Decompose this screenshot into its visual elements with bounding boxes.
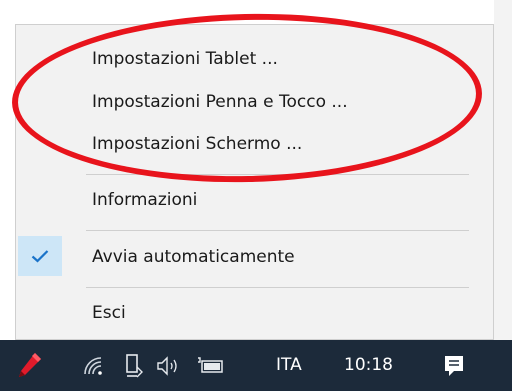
checkmark-icon	[31, 250, 49, 263]
clock[interactable]: 10:18	[344, 340, 393, 391]
autostart-check-cell[interactable]	[18, 236, 62, 276]
action-center-icon[interactable]	[441, 340, 467, 391]
menu-item-label: Esci	[92, 303, 126, 323]
menu-item-info[interactable]: Informazioni	[16, 180, 493, 220]
menu-separator	[86, 287, 469, 288]
menu-item-exit[interactable]: Esci	[16, 293, 493, 333]
menu-item-display-settings[interactable]: Impostazioni Schermo ...	[16, 124, 493, 164]
context-menu: Impostazioni Tablet ... Impostazioni Pen…	[15, 24, 494, 340]
menu-item-label: Impostazioni Penna e Tocco ...	[92, 92, 348, 112]
volume-icon[interactable]	[153, 340, 185, 391]
menu-item-label: Impostazioni Tablet ...	[92, 49, 278, 69]
pen-app-icon[interactable]	[12, 340, 46, 391]
menu-separator	[86, 174, 469, 175]
menu-separator	[86, 230, 469, 231]
taskbar: ITA 10:18	[0, 340, 512, 391]
menu-item-label: Informazioni	[92, 190, 198, 210]
input-language-indicator[interactable]: ITA	[276, 340, 302, 391]
battery-icon[interactable]	[193, 340, 227, 391]
wifi-icon[interactable]	[80, 340, 108, 391]
menu-item-pen-touch-settings[interactable]: Impostazioni Penna e Tocco ...	[16, 82, 493, 122]
menu-item-tablet-settings[interactable]: Impostazioni Tablet ...	[16, 39, 493, 79]
menu-item-label: Avvia automaticamente	[92, 247, 295, 267]
usb-device-icon[interactable]	[119, 340, 147, 391]
menu-item-label: Impostazioni Schermo ...	[92, 134, 303, 154]
desktop-background	[494, 0, 512, 340]
menu-item-autostart[interactable]: Avvia automaticamente	[16, 237, 493, 277]
